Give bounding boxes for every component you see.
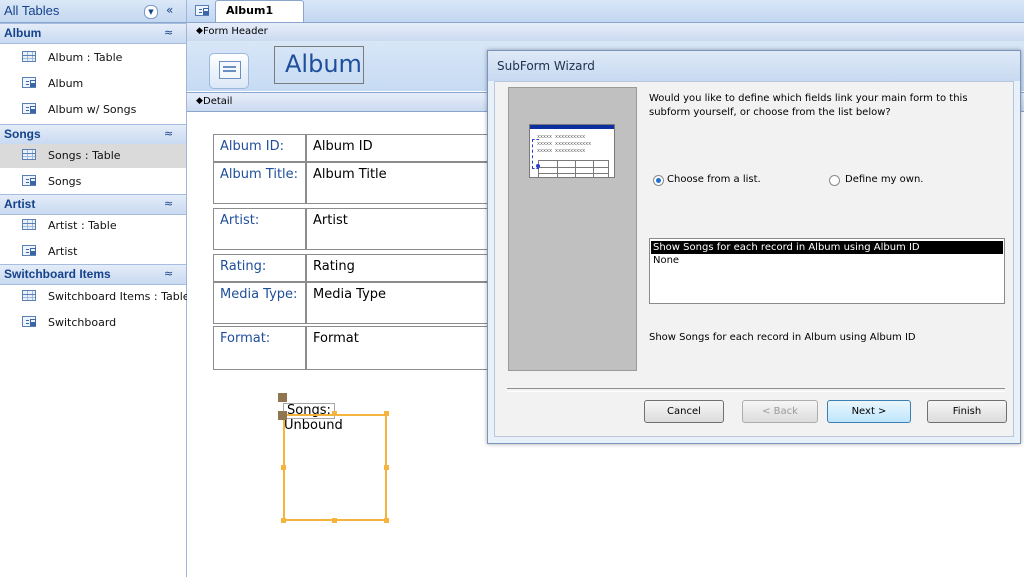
nav-item-switchboard-items-table[interactable]: Switchboard Items : Table: [0, 285, 190, 309]
tab-label: Album1: [226, 4, 274, 17]
table-icon: [22, 290, 36, 301]
table-icon: [22, 219, 36, 230]
artist-textbox[interactable]: Artist: [306, 208, 491, 250]
tab-album1[interactable]: Album1: [215, 0, 305, 22]
radio-choose-from-list[interactable]: [653, 175, 664, 186]
nav-pane-header[interactable]: All Tables ▼ «: [0, 0, 186, 23]
radio-define-label[interactable]: Define my own.: [845, 174, 923, 185]
dialog-separator: [507, 388, 1005, 392]
rating-label[interactable]: Rating:: [213, 254, 306, 282]
nav-group-songs[interactable]: Songs ≈: [0, 124, 186, 145]
nav-item-songs-table[interactable]: Songs : Table: [0, 144, 186, 168]
nav-group-label: Artist: [4, 197, 36, 211]
nav-item-switchboard-form[interactable]: Switchboard: [0, 311, 186, 335]
form-icon: [22, 77, 36, 88]
table-icon: [22, 149, 36, 160]
resize-handle-top-right[interactable]: [384, 411, 389, 416]
form-icon: [22, 316, 36, 327]
chevron-down-icon[interactable]: ▼: [144, 5, 158, 19]
nav-group-artist[interactable]: Artist ≈: [0, 194, 186, 215]
dialog-body: xxxxx xxxxxxxxxx xxxxx xxxxxxxxxxxx xxxx…: [494, 81, 1014, 437]
finish-button[interactable]: Finish: [927, 400, 1007, 423]
dialog-title: SubForm Wizard: [497, 59, 595, 73]
resize-handle-top[interactable]: [332, 411, 337, 416]
form-icon: [22, 245, 36, 256]
album-title-textbox[interactable]: Album Title: [306, 162, 491, 204]
next-button[interactable]: Next >: [827, 400, 911, 423]
resize-handle-bottom[interactable]: [332, 518, 337, 523]
subform-wizard-dialog: SubForm Wizard xxxxx xxxxxxxxxx xxxxx xx…: [487, 50, 1021, 444]
shutter-collapse-icon[interactable]: «: [166, 3, 173, 17]
format-textbox[interactable]: Format: [306, 326, 491, 370]
resize-handle-right[interactable]: [384, 465, 389, 470]
form-logo-icon[interactable]: [209, 53, 249, 89]
wizard-illustration: xxxxx xxxxxxxxxx xxxxx xxxxxxxxxxxx xxxx…: [508, 87, 637, 371]
dialog-title-bar[interactable]: SubForm Wizard: [488, 51, 1020, 81]
collapse-group-icon[interactable]: ≈: [164, 127, 173, 140]
back-button[interactable]: < Back: [742, 400, 818, 423]
nav-group-label: Switchboard Items: [4, 267, 111, 281]
section-arrow-icon: ◆: [196, 96, 203, 106]
radio-define-my-own[interactable]: [829, 175, 840, 186]
rating-textbox[interactable]: Rating: [306, 254, 491, 282]
media-type-textbox[interactable]: Media Type: [306, 282, 491, 324]
nav-group-album[interactable]: Album ≈: [0, 23, 186, 44]
nav-item-label: Switchboard Items : Table: [48, 290, 190, 303]
table-icon: [22, 51, 36, 62]
nav-item-album-table[interactable]: Album : Table: [0, 46, 186, 70]
form-header-section-bar[interactable]: ◆ Form Header: [187, 22, 1024, 42]
form-icon: [22, 103, 36, 114]
nav-item-artist-table[interactable]: Artist : Table: [0, 214, 186, 238]
move-handle[interactable]: [278, 393, 287, 402]
nav-group-switchboard-items[interactable]: Switchboard Items ≈: [0, 264, 186, 285]
artist-label[interactable]: Artist:: [213, 208, 306, 250]
resize-handle-bottom-left[interactable]: [281, 518, 286, 523]
media-type-label[interactable]: Media Type:: [213, 282, 306, 324]
nav-item-album-form[interactable]: Album: [0, 72, 186, 96]
collapse-group-icon[interactable]: ≈: [164, 26, 173, 39]
section-arrow-icon: ◆: [196, 26, 203, 36]
nav-item-label: Artist : Table: [48, 219, 117, 232]
resize-handle-bottom-right[interactable]: [384, 518, 389, 523]
nav-group-label: Album: [4, 26, 42, 40]
nav-item-label: Switchboard: [48, 316, 117, 329]
nav-item-label: Songs : Table: [48, 149, 121, 162]
list-item[interactable]: None: [651, 254, 1003, 267]
form-icon: [195, 5, 209, 16]
nav-item-label: Album: [48, 77, 84, 90]
album-id-label[interactable]: Album ID:: [213, 134, 306, 162]
form-illustration-icon: xxxxx xxxxxxxxxx xxxxx xxxxxxxxxxxx xxxx…: [529, 124, 615, 178]
nav-item-album-w-songs[interactable]: Album w/ Songs: [0, 98, 186, 122]
section-label: Form Header: [203, 26, 268, 37]
navigation-pane: All Tables ▼ « Album ≈ Album : Table Alb…: [0, 0, 190, 577]
nav-item-label: Songs: [48, 175, 82, 188]
section-label: Detail: [203, 96, 233, 107]
album-id-textbox[interactable]: Album ID: [306, 134, 491, 162]
nav-item-label: Album : Table: [48, 51, 123, 64]
selected-link-description: Show Songs for each record in Album usin…: [649, 332, 916, 343]
subform-unbound-text: Unbound: [284, 418, 343, 433]
link-options-list[interactable]: Show Songs for each record in Album usin…: [649, 238, 1005, 304]
nav-group-label: Songs: [4, 127, 41, 141]
header-title-label[interactable]: Album: [274, 46, 364, 84]
illustration-placeholder-text: xxxxx xxxxxxxxxx xxxxx xxxxxxxxxxxx xxxx…: [537, 134, 592, 154]
collapse-group-icon[interactable]: ≈: [164, 197, 173, 210]
resize-handle-left[interactable]: [281, 465, 286, 470]
list-item[interactable]: Show Songs for each record in Album usin…: [651, 241, 1003, 254]
nav-item-label: Album w/ Songs: [48, 103, 137, 116]
nav-item-artist-form[interactable]: Artist: [0, 240, 186, 264]
nav-item-songs-form[interactable]: Songs: [0, 170, 186, 194]
document-tab-bar: Album1: [187, 0, 1024, 23]
nav-item-label: Artist: [48, 245, 78, 258]
form-icon: [22, 175, 36, 186]
album-title-label[interactable]: Album Title:: [213, 162, 306, 204]
wizard-question: Would you like to define which fields li…: [649, 93, 968, 118]
nav-pane-title[interactable]: All Tables: [4, 3, 59, 18]
format-label[interactable]: Format:: [213, 326, 306, 370]
collapse-group-icon[interactable]: ≈: [164, 267, 173, 280]
header-title-text: Album: [285, 50, 362, 78]
radio-choose-label[interactable]: Choose from a list.: [667, 174, 761, 185]
cancel-button[interactable]: Cancel: [644, 400, 724, 423]
move-handle[interactable]: [278, 411, 287, 420]
